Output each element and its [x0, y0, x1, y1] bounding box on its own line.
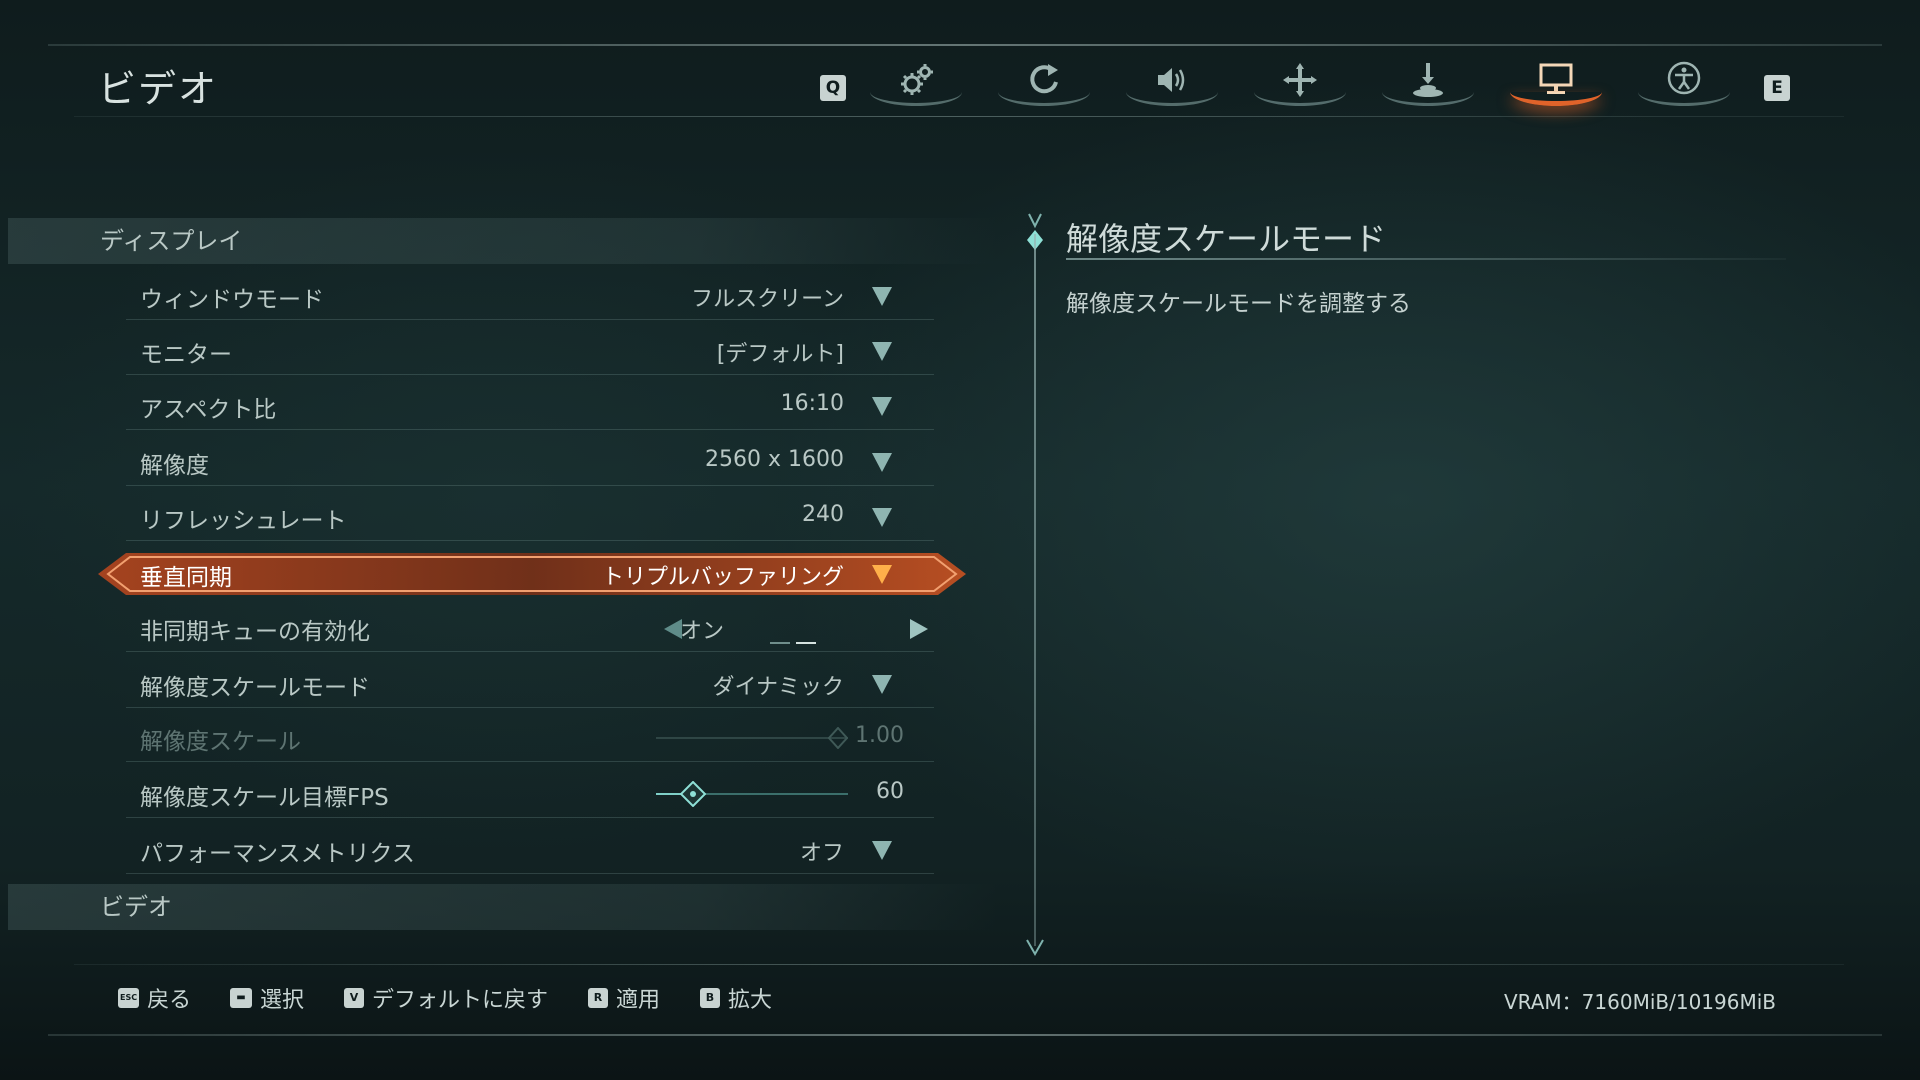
setting-monitor[interactable]: モニター [デフォルト] — [126, 327, 934, 375]
footer-back[interactable]: ESC 戻る — [118, 984, 192, 1013]
dropdown-arrow-icon[interactable] — [870, 284, 894, 308]
setting-label: 解像度スケール目標FPS — [140, 785, 389, 811]
footer-zoom[interactable]: B 拡大 — [700, 984, 773, 1013]
footer-zoom-label: 拡大 — [728, 988, 773, 1013]
setting-value: 1.00 — [855, 723, 904, 748]
dropdown-arrow-icon[interactable] — [870, 838, 894, 862]
tab-video[interactable] — [1506, 54, 1606, 110]
slider-handle[interactable] — [680, 781, 706, 807]
footer-divider — [74, 964, 1844, 965]
footer-select[interactable]: ▬ 選択 — [230, 984, 305, 1013]
toggle-indicator-on — [796, 642, 816, 644]
detail-ornament-bottom — [1026, 939, 1044, 957]
setting-label: パフォーマンスメトリクス — [140, 841, 415, 867]
dropdown-arrow-icon[interactable] — [870, 672, 894, 696]
prev-tab-key[interactable]: Q — [820, 75, 846, 101]
setting-label: リフレッシュレート — [140, 508, 347, 534]
setting-value: 60 — [876, 779, 904, 804]
setting-label: 垂直同期 — [140, 565, 232, 591]
tab-general[interactable] — [866, 54, 966, 110]
b-key-icon: B — [700, 988, 720, 1008]
frame-bottom-line — [48, 1034, 1882, 1036]
setting-label: 解像度 — [140, 453, 209, 479]
setting-value: 2560 x 1600 — [705, 447, 844, 472]
dropdown-arrow-icon[interactable] — [870, 562, 894, 586]
setting-value: ダイナミック — [712, 675, 844, 700]
footer-reset-default[interactable]: V デフォルトに戻す — [344, 984, 549, 1013]
setting-value: 240 — [802, 502, 844, 527]
section-header-video: ビデオ — [8, 884, 998, 930]
slider-track — [656, 737, 848, 739]
detail-title: 解像度スケールモード — [1066, 220, 1387, 258]
setting-performance-metrics[interactable]: パフォーマンスメトリクス オフ — [126, 826, 934, 874]
setting-label: モニター — [140, 342, 232, 368]
dropdown-arrow-icon[interactable] — [870, 394, 894, 418]
r-key-icon: R — [588, 988, 608, 1008]
vram-usage: VRAM：7160MiB/10196MiB — [1503, 990, 1776, 1014]
setting-resolution-scale-mode[interactable]: 解像度スケールモード ダイナミック — [126, 660, 934, 708]
footer-select-label: 選択 — [260, 988, 305, 1013]
setting-vsync[interactable]: 垂直同期 トリプルバッファリング — [126, 550, 934, 598]
footer-back-label: 戻る — [147, 988, 192, 1013]
setting-resolution-scale-target-fps[interactable]: 解像度スケール目標FPS 60 — [126, 770, 934, 818]
dropdown-arrow-icon[interactable] — [870, 339, 894, 363]
setting-value: [デフォルト] — [716, 342, 844, 367]
setting-refresh-rate[interactable]: リフレッシュレート 240 — [126, 493, 934, 541]
next-tab-key[interactable]: E — [1764, 75, 1790, 101]
setting-window-mode[interactable]: ウィンドウモード フルスクリーン — [126, 272, 934, 320]
slider-handle — [828, 727, 848, 749]
tab-accessibility[interactable] — [1634, 54, 1734, 110]
detail-description: 解像度スケールモードを調整する — [1066, 291, 1411, 317]
detail-divider — [1034, 234, 1036, 946]
arrow-right-icon[interactable] — [906, 616, 932, 642]
setting-label: 非同期キューの有効化 — [140, 619, 370, 645]
dropdown-arrow-icon[interactable] — [870, 505, 894, 529]
dropdown-arrow-icon[interactable] — [870, 450, 894, 474]
detail-title-underline — [1066, 258, 1786, 260]
setting-aspect-ratio[interactable]: アスペクト比 16:10 — [126, 382, 934, 430]
space-key-icon: ▬ — [230, 988, 252, 1008]
tab-audio[interactable] — [1122, 54, 1222, 110]
setting-value: 16:10 — [780, 391, 844, 416]
setting-label: 解像度スケール — [140, 729, 301, 755]
header-divider — [74, 116, 1844, 117]
setting-resolution-scale: 解像度スケール 1.00 — [126, 714, 934, 762]
page-title: ビデオ — [98, 67, 219, 111]
category-tab-bar: Q E — [816, 50, 1796, 110]
toggle-indicator-off — [770, 642, 790, 644]
setting-async-queue[interactable]: 非同期キューの有効化 オン — [126, 604, 934, 652]
setting-value: オフ — [799, 841, 844, 866]
setting-label: ウィンドウモード — [140, 287, 324, 313]
footer-reset-label: デフォルトに戻す — [372, 988, 549, 1013]
setting-value: トリプルバッファリング — [601, 565, 844, 590]
setting-label: アスペクト比 — [140, 397, 277, 423]
frame-top-line — [48, 44, 1882, 46]
tab-game[interactable] — [994, 54, 1094, 110]
setting-value: オン — [679, 619, 724, 644]
section-header-display: ディスプレイ — [8, 218, 998, 264]
setting-label: 解像度スケールモード — [140, 675, 370, 701]
tab-gamepad[interactable] — [1378, 54, 1478, 110]
esc-key-icon: ESC — [118, 988, 140, 1008]
footer-apply[interactable]: R 適用 — [588, 984, 661, 1013]
setting-value: フルスクリーン — [691, 287, 844, 312]
tab-controls[interactable] — [1250, 54, 1350, 110]
setting-resolution[interactable]: 解像度 2560 x 1600 — [126, 438, 934, 486]
footer-apply-label: 適用 — [616, 988, 661, 1013]
v-key-icon: V — [344, 988, 364, 1008]
